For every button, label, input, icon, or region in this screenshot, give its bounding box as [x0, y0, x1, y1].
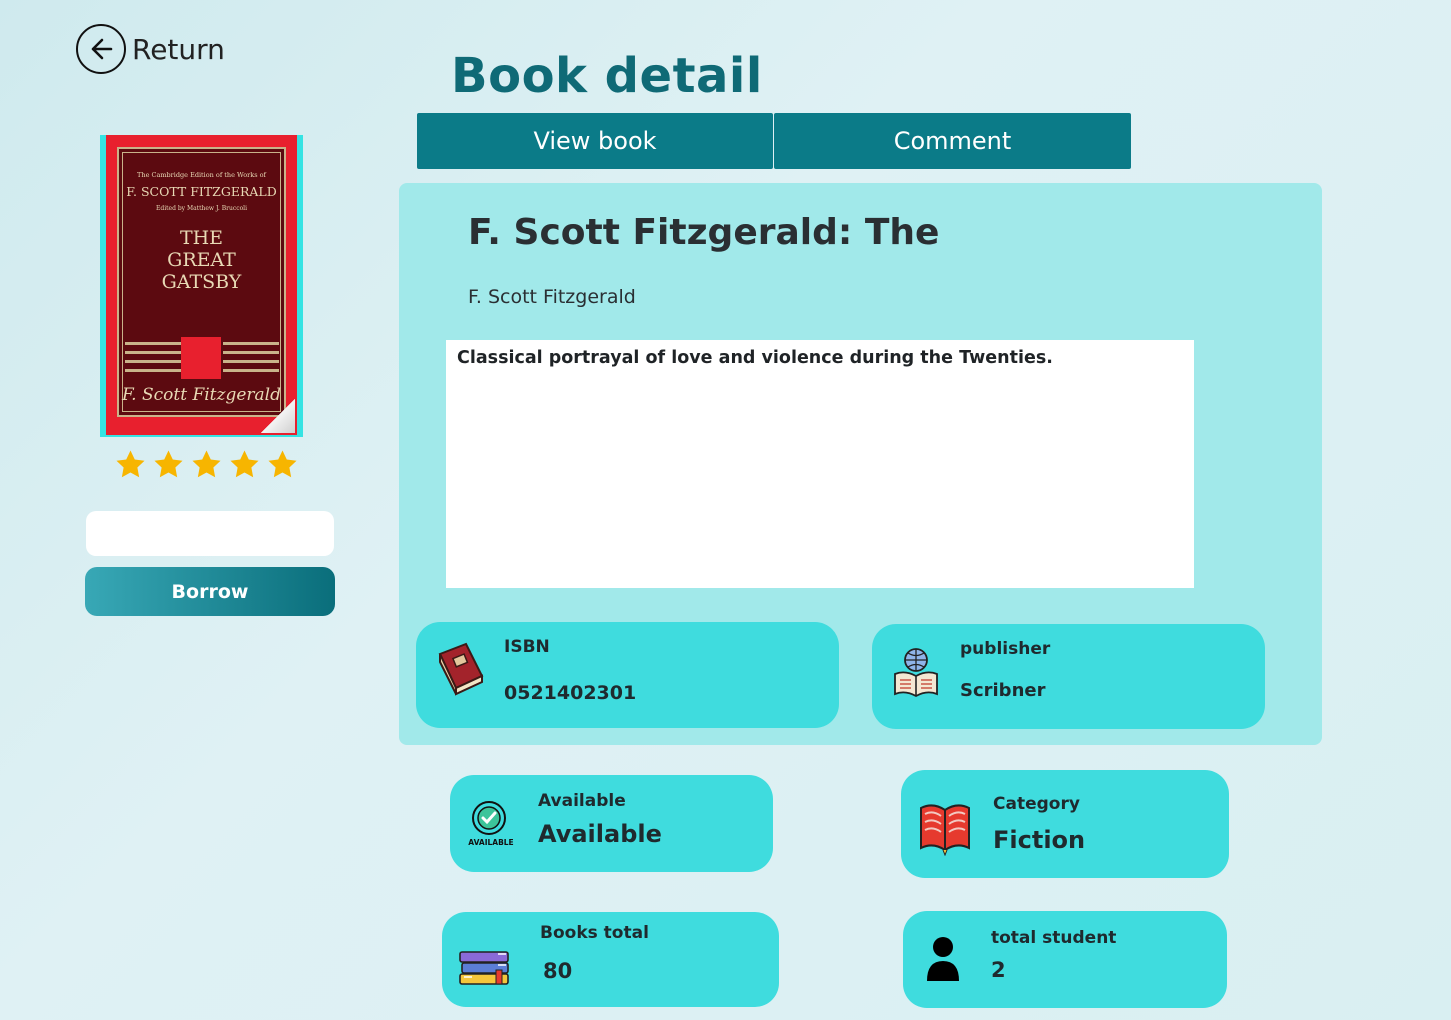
star-icon[interactable] — [152, 448, 185, 481]
availability-card: AVAILABLE Available Available — [450, 775, 773, 872]
cover-author-line: F. SCOTT FITZGERALD — [126, 184, 277, 199]
book-description: Classical portrayal of love and violence… — [446, 340, 1194, 588]
tab-view-book[interactable]: View book — [417, 113, 773, 169]
star-icon[interactable] — [266, 448, 299, 481]
category-label: Category — [993, 794, 1080, 814]
borrow-button[interactable]: Borrow — [85, 567, 335, 616]
books-total-card: Books total 80 — [442, 912, 779, 1007]
back-arrow-icon[interactable] — [76, 24, 126, 74]
tab-comment[interactable]: Comment — [774, 113, 1131, 169]
available-value: Available — [538, 820, 662, 848]
book-stack-icon — [459, 951, 509, 985]
total-student-value: 2 — [991, 958, 1006, 982]
isbn-value: 0521402301 — [504, 682, 637, 704]
cover-editor-line: Edited by Matthew J. Bruccoli — [155, 205, 248, 212]
cover-title-line2: GREAT — [167, 249, 236, 271]
available-label: Available — [538, 791, 626, 811]
return-button[interactable]: Return — [76, 24, 225, 74]
isbn-label: ISBN — [504, 637, 550, 657]
cover-series-line: The Cambridge Edition of the Works of — [137, 171, 266, 179]
publisher-value: Scribner — [960, 680, 1046, 701]
return-label[interactable]: Return — [132, 33, 225, 66]
star-icon[interactable] — [114, 448, 147, 481]
cover-title-line3: GATSBY — [161, 271, 242, 293]
book-cover: The Cambridge Edition of the Works of F.… — [100, 135, 303, 437]
total-student-label: total student — [991, 928, 1117, 948]
borrow-input[interactable] — [86, 511, 334, 556]
red-book-icon — [920, 804, 970, 856]
book-icon — [438, 642, 484, 696]
star-icon[interactable] — [228, 448, 261, 481]
book-title: F. Scott Fitzgerald: The — [468, 212, 940, 253]
category-value: Fiction — [993, 826, 1086, 854]
page-curl-icon — [261, 399, 295, 433]
star-icon[interactable] — [190, 448, 223, 481]
available-badge-icon: AVAILABLE — [468, 801, 514, 847]
open-book-globe-icon — [894, 648, 938, 698]
star-rating[interactable] — [114, 448, 299, 481]
total-student-card: total student 2 — [903, 911, 1227, 1008]
person-icon — [927, 937, 959, 981]
cover-title-line1: THE — [179, 227, 224, 249]
publisher-label: publisher — [960, 639, 1051, 659]
svg-text:AVAILABLE: AVAILABLE — [468, 838, 513, 847]
books-total-value: 80 — [543, 959, 573, 983]
cover-signature: F. Scott Fitzgerald — [122, 385, 281, 405]
page-title: Book detail — [451, 48, 763, 104]
category-card: Category Fiction — [901, 770, 1229, 878]
books-total-label: Books total — [540, 923, 649, 943]
isbn-card: ISBN 0521402301 — [416, 622, 839, 728]
book-author: F. Scott Fitzgerald — [468, 286, 636, 308]
publisher-card: publisher Scribner — [872, 624, 1265, 729]
